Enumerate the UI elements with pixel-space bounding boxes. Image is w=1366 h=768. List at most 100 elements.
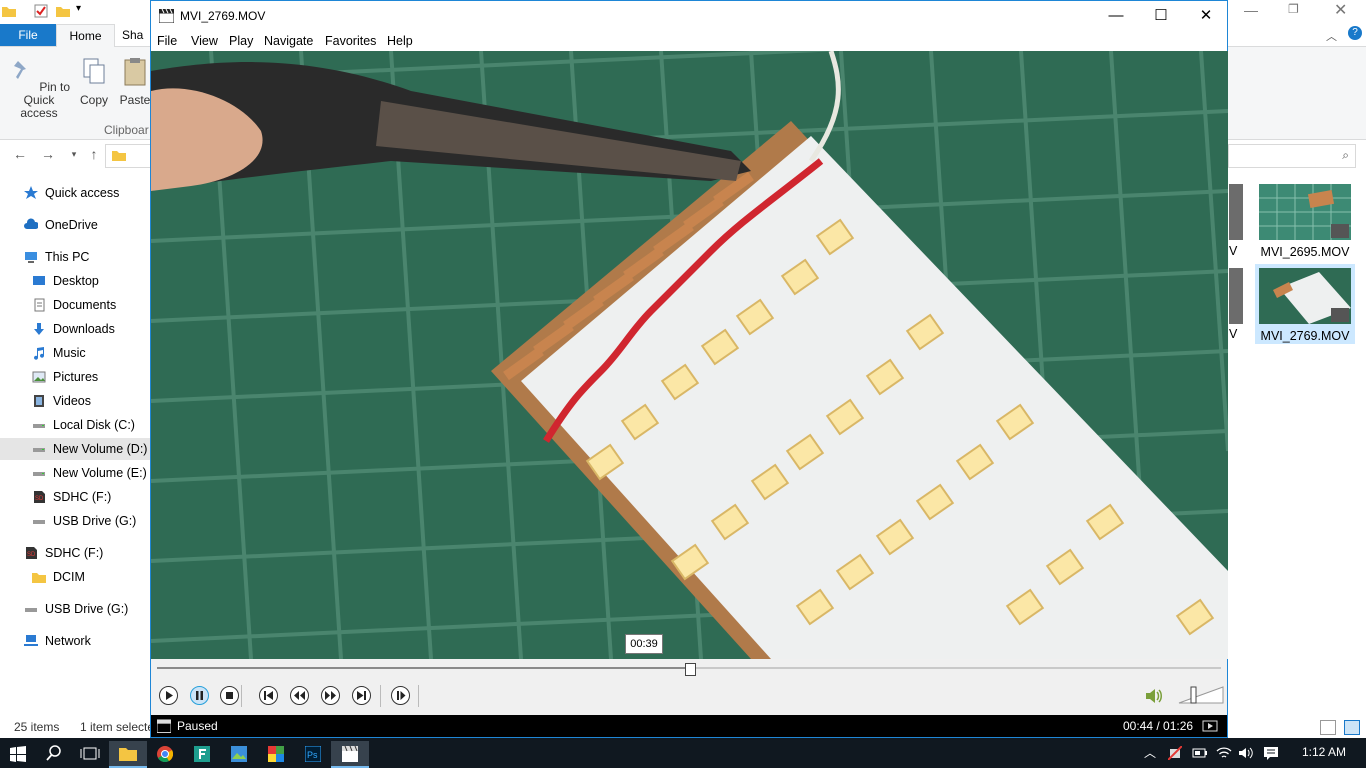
menu-play[interactable]: Play (229, 34, 253, 48)
back-arrow-icon[interactable]: ← (12, 146, 28, 162)
nav-item[interactable]: Network (0, 630, 150, 652)
paste-button[interactable]: Paste (118, 57, 152, 107)
nav-item[interactable]: Videos (0, 390, 150, 412)
nav-item[interactable]: Pictures (0, 366, 150, 388)
usb-drive-icon (33, 520, 45, 524)
battery-icon[interactable] (1192, 747, 1208, 759)
taskbar-photoshop[interactable]: Ps (294, 741, 332, 768)
nav-item[interactable]: OneDrive (0, 214, 150, 236)
play-button[interactable] (159, 686, 178, 705)
nav-item[interactable]: USB Drive (G:) (0, 598, 150, 620)
pin-quick-access-button[interactable]: Pin to Quick access (6, 57, 72, 120)
nav-item[interactable]: Downloads (0, 318, 150, 340)
nav-item-label: OneDrive (45, 218, 98, 232)
maximize-button[interactable]: ☐ (1138, 1, 1184, 31)
explorer-restore-icon[interactable]: ❐ (1288, 2, 1299, 16)
stop-button[interactable] (220, 686, 239, 705)
taskbar-file-explorer[interactable] (109, 741, 147, 768)
minimize-button[interactable]: — (1093, 1, 1139, 31)
menu-favorites[interactable]: Favorites (325, 34, 376, 48)
taskbar-media-player[interactable] (331, 741, 369, 768)
file-item[interactable]: MVI_2695.MOV (1259, 184, 1351, 259)
search-icon[interactable] (46, 745, 62, 761)
taskbar-photos[interactable] (220, 741, 258, 768)
seek-thumb[interactable] (685, 663, 696, 676)
nav-item[interactable]: This PC (0, 246, 150, 268)
file-name: MVI_2695.MOV (1260, 245, 1350, 259)
menu-view[interactable]: View (191, 34, 218, 48)
volume-icon[interactable] (1144, 687, 1164, 705)
nav-item[interactable]: Music (0, 342, 150, 364)
file-caption-partial: V (1229, 244, 1238, 258)
new-folder-icon[interactable] (56, 4, 70, 18)
properties-icon[interactable] (34, 4, 48, 18)
help-icon[interactable]: ? (1348, 26, 1362, 40)
video-status-icon (1202, 720, 1218, 732)
frame-step-button[interactable] (391, 686, 410, 705)
file-thumbnail-partial[interactable] (1229, 184, 1243, 240)
fast-forward-button[interactable] (321, 686, 340, 705)
large-icons-view-icon[interactable] (1344, 720, 1360, 735)
nav-item-label: USB Drive (G:) (45, 602, 129, 616)
speaker-icon[interactable] (1238, 746, 1254, 760)
details-view-icon[interactable] (1320, 720, 1336, 735)
usb-eject-icon[interactable] (1168, 746, 1182, 760)
nav-item-label: This PC (45, 250, 90, 264)
nav-item[interactable]: New Volume (D:) (0, 438, 150, 460)
video-frame[interactable] (151, 51, 1228, 659)
nav-item[interactable]: Local Disk (C:) (0, 414, 150, 436)
close-button[interactable]: ✕ (1183, 1, 1229, 31)
rewind-button[interactable] (290, 686, 309, 705)
menu-navigate[interactable]: Navigate (264, 34, 313, 48)
tab-file[interactable]: File (0, 24, 56, 46)
windows-start-icon[interactable] (10, 746, 26, 762)
copy-button[interactable]: Copy (78, 57, 110, 107)
qat-dropdown-icon[interactable]: ▾ (76, 3, 81, 14)
taskbar-paint[interactable] (257, 741, 295, 768)
menu-help[interactable]: Help (387, 34, 413, 48)
tab-home[interactable]: Home (56, 24, 115, 48)
menu-file[interactable]: File (157, 34, 177, 48)
forward-arrow-icon[interactable]: → (40, 146, 56, 162)
up-arrow-icon[interactable]: ↑ (86, 146, 102, 162)
nav-item[interactable]: USB Drive (G:) (0, 510, 150, 532)
nav-item[interactable]: Desktop (0, 270, 150, 292)
show-hidden-icons[interactable]: ︿ (1144, 744, 1156, 761)
action-center-icon[interactable] (1263, 746, 1279, 760)
file-name: MVI_2769.MOV (1260, 329, 1350, 343)
stop-icon (226, 692, 233, 699)
search-input[interactable]: ⌕ (1228, 144, 1356, 168)
taskbar-app-f[interactable] (183, 741, 221, 768)
recent-dropdown-icon[interactable]: ▾ (66, 146, 82, 162)
pause-button[interactable] (190, 686, 209, 705)
folder-icon[interactable] (2, 4, 16, 18)
file-caption-partial: V (1229, 327, 1238, 341)
explorer-close-icon[interactable]: ✕ (1334, 0, 1347, 20)
player-status-bar: Paused 00:44 / 01:26 (151, 715, 1227, 737)
nav-item[interactable]: Documents (0, 294, 150, 316)
nav-item-label: Videos (53, 394, 91, 408)
nav-item[interactable]: SD SDHC (F:) (0, 486, 150, 508)
previous-button[interactable] (259, 686, 278, 705)
next-button[interactable] (352, 686, 371, 705)
app-f-icon (194, 746, 210, 762)
volume-slider[interactable] (1177, 685, 1225, 705)
wifi-icon[interactable] (1216, 746, 1232, 760)
nav-item[interactable]: DCIM (0, 566, 150, 588)
nav-item-label: Local Disk (C:) (53, 418, 135, 432)
nav-item[interactable]: Quick access (0, 182, 150, 204)
task-view-icon[interactable] (80, 746, 100, 761)
collapse-ribbon-icon[interactable]: ︿ (1326, 28, 1337, 44)
explorer-minimize-icon[interactable]: — (1244, 2, 1258, 18)
toolbar-separator (418, 685, 419, 707)
nav-item[interactable]: SD SDHC (F:) (0, 542, 150, 564)
play-icon (166, 691, 173, 700)
title-bar[interactable]: MVI_2769.MOV — ☐ ✕ (151, 1, 1227, 31)
nav-item-label: Desktop (53, 274, 99, 288)
taskbar-chrome[interactable] (146, 741, 184, 768)
taskbar-clock[interactable]: 1:12 AM (1302, 745, 1346, 759)
file-thumbnail-partial[interactable] (1229, 268, 1243, 324)
nav-item[interactable]: New Volume (E:) (0, 462, 150, 484)
file-item-selected[interactable]: MVI_2769.MOV (1255, 264, 1355, 344)
svg-text:SD: SD (27, 552, 36, 558)
